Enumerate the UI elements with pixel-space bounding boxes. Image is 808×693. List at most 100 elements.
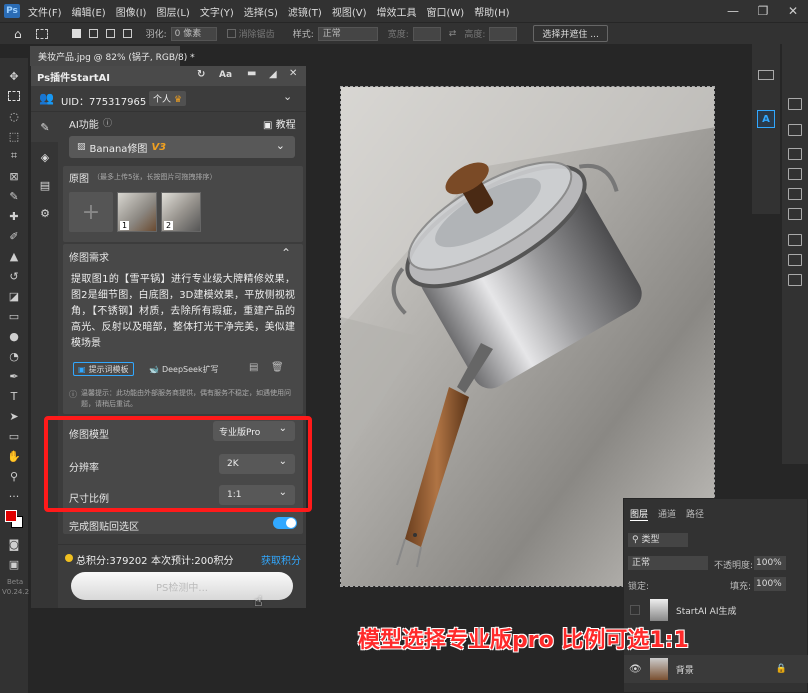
intersect-selection-icon[interactable] — [122, 29, 132, 38]
prompt-template-button[interactable]: ▣ 提示词模板 — [73, 362, 134, 376]
menu-type[interactable]: 文字(Y) — [200, 4, 234, 19]
refresh-icon[interactable]: ↻ — [197, 69, 205, 80]
tab-layers[interactable]: 图层 — [630, 507, 649, 521]
minimize-panel-icon[interactable]: ▬ — [247, 68, 256, 79]
move-tool-icon[interactable]: ✥ — [5, 68, 23, 84]
type-tool-icon[interactable]: T — [5, 388, 23, 404]
more-tools-icon[interactable]: ··· — [5, 488, 23, 504]
user-menu-chevron-icon[interactable]: ⌄ — [283, 90, 292, 103]
select-and-mask-button[interactable]: 选择并遮住 ... — [533, 25, 608, 42]
path-select-icon[interactable]: ➤ — [5, 408, 23, 424]
history-brush-icon[interactable]: ↺ — [5, 268, 23, 284]
blend-mode-select[interactable]: 正常 — [628, 556, 708, 570]
pen-tool-icon[interactable]: ✒ — [5, 368, 23, 384]
height-input[interactable] — [489, 26, 518, 41]
marquee-tool-icon[interactable] — [35, 28, 48, 39]
visibility-box[interactable] — [630, 605, 640, 615]
tutorial-link[interactable]: ▣ 教程 — [263, 116, 296, 131]
add-image-button[interactable]: + — [69, 192, 113, 232]
menu-window[interactable]: 窗口(W) — [426, 4, 464, 19]
document-icon[interactable]: ▤ — [38, 178, 52, 192]
menu-filter[interactable]: 滤镜(T) — [288, 4, 322, 19]
hand-tool-icon[interactable]: ✋ — [5, 448, 23, 464]
menu-image[interactable]: 图像(I) — [116, 4, 147, 19]
thumbnail-2[interactable]: 2 — [161, 192, 201, 232]
gradient-tool-icon[interactable]: ▭ — [5, 308, 23, 324]
eraser-icon[interactable]: ◪ — [5, 288, 23, 304]
panel-toggle-icon[interactable] — [758, 70, 774, 80]
close-window-icon[interactable]: ✕ — [778, 0, 808, 22]
width-input[interactable] — [412, 26, 441, 41]
menu-file[interactable]: 文件(F) — [28, 4, 62, 19]
antialias-checkbox[interactable] — [226, 29, 236, 38]
patterns-icon[interactable] — [788, 208, 802, 220]
zoom-tool-icon[interactable]: ⚲ — [5, 468, 23, 484]
home-icon[interactable]: ⌂ — [14, 27, 22, 41]
collapse-chevron-icon[interactable]: ⌃ — [281, 246, 291, 260]
healing-brush-icon[interactable]: ✚ — [5, 208, 23, 224]
startai-icon[interactable]: A — [757, 110, 775, 128]
tab-paths[interactable]: 路径 — [686, 507, 704, 520]
menu-edit[interactable]: 编辑(E) — [72, 4, 106, 19]
paste-back-toggle[interactable] — [273, 517, 297, 529]
restore-icon[interactable]: ❐ — [748, 0, 778, 22]
eye-icon[interactable]: 👁 — [629, 664, 642, 675]
blur-tool-icon[interactable]: ● — [5, 328, 23, 344]
menu-layer[interactable]: 图层(L) — [156, 4, 189, 19]
frame-tool-icon[interactable]: ⊠ — [5, 168, 23, 184]
feather-input[interactable]: 0 像素 — [170, 26, 217, 41]
style-select[interactable]: 正常 — [317, 26, 378, 41]
crop-tool-icon[interactable]: ⌗ — [5, 148, 23, 164]
add-selection-icon[interactable] — [88, 29, 98, 38]
info-panel-icon[interactable] — [788, 274, 802, 286]
properties-icon[interactable] — [788, 234, 802, 246]
new-selection-icon[interactable] — [71, 29, 81, 38]
menu-plugins[interactable]: 增效工具 — [376, 4, 416, 19]
rectangle-tool-icon[interactable]: ▭ — [5, 428, 23, 444]
layer-row[interactable]: 👁 背景 🔒 — [624, 655, 808, 683]
minimize-icon[interactable]: — — [718, 0, 748, 22]
swatches-icon[interactable] — [788, 168, 802, 180]
libraries-icon[interactable] — [788, 124, 802, 136]
lasso-tool-icon[interactable]: ◌ — [5, 108, 23, 124]
menu-view[interactable]: 视图(V) — [332, 4, 367, 19]
menu-help[interactable]: 帮助(H) — [474, 4, 509, 19]
gradients-icon[interactable] — [788, 188, 802, 200]
eyedropper-icon[interactable]: ✎ — [5, 188, 23, 204]
font-size-icon[interactable]: Aa — [219, 70, 232, 80]
account-type-badge[interactable]: 个人 ♛ — [149, 91, 187, 106]
edit-icon[interactable]: ✎ — [38, 120, 52, 134]
layer-filter-select[interactable]: ⚲ 类型 — [628, 533, 688, 547]
fill-input[interactable]: 100% — [754, 577, 786, 591]
brush-tool-icon[interactable]: ✐ — [5, 228, 23, 244]
get-points-link[interactable]: 获取积分 — [261, 552, 301, 567]
opacity-input[interactable]: 100% — [754, 556, 786, 570]
right-dock-1: A — [752, 44, 780, 214]
delete-icon[interactable]: 🗑 — [271, 362, 284, 373]
deepseek-expand-button[interactable]: 🐋 DeepSeek扩写 — [149, 362, 219, 376]
object-select-icon[interactable]: ⬚ — [5, 128, 23, 144]
settings-gear-icon[interactable]: ⚙ — [38, 206, 52, 220]
expand-panel-icon[interactable]: ◢ — [269, 69, 277, 80]
copy-icon[interactable]: ▤ — [249, 362, 258, 373]
document-tab[interactable]: 美妆产品.jpg @ 82% (锅子, RGB/8) * — [30, 46, 195, 66]
layer-row[interactable]: StartAI AI生成 — [624, 596, 808, 624]
swap-icon[interactable]: ⇄ — [449, 29, 457, 39]
close-panel-icon[interactable]: ✕ — [289, 68, 297, 79]
dodge-tool-icon[interactable]: ◔ — [5, 348, 23, 364]
history-icon[interactable] — [788, 98, 802, 110]
tab-channels[interactable]: 通道 — [658, 507, 676, 520]
marquee-tool-icon[interactable] — [5, 88, 23, 104]
channels-icon[interactable] — [788, 254, 802, 266]
menu-select[interactable]: 选择(S) — [244, 4, 278, 19]
quick-mask-icon[interactable]: ◙ — [5, 536, 23, 552]
stamp-tool-icon[interactable]: ▲ — [5, 248, 23, 264]
adjustments-icon[interactable] — [788, 148, 802, 160]
ai-model-select[interactable]: ▨ Banana修图 V3 ⌄ — [69, 136, 295, 158]
thumbnail-1[interactable]: 1 — [117, 192, 157, 232]
subtract-selection-icon[interactable] — [105, 29, 115, 38]
info-icon[interactable]: ⓘ — [103, 116, 112, 129]
screen-mode-icon[interactable]: ▣ — [5, 556, 23, 572]
foreground-color-swatch[interactable] — [5, 510, 17, 522]
layers-stack-icon[interactable]: ◈ — [38, 150, 52, 164]
